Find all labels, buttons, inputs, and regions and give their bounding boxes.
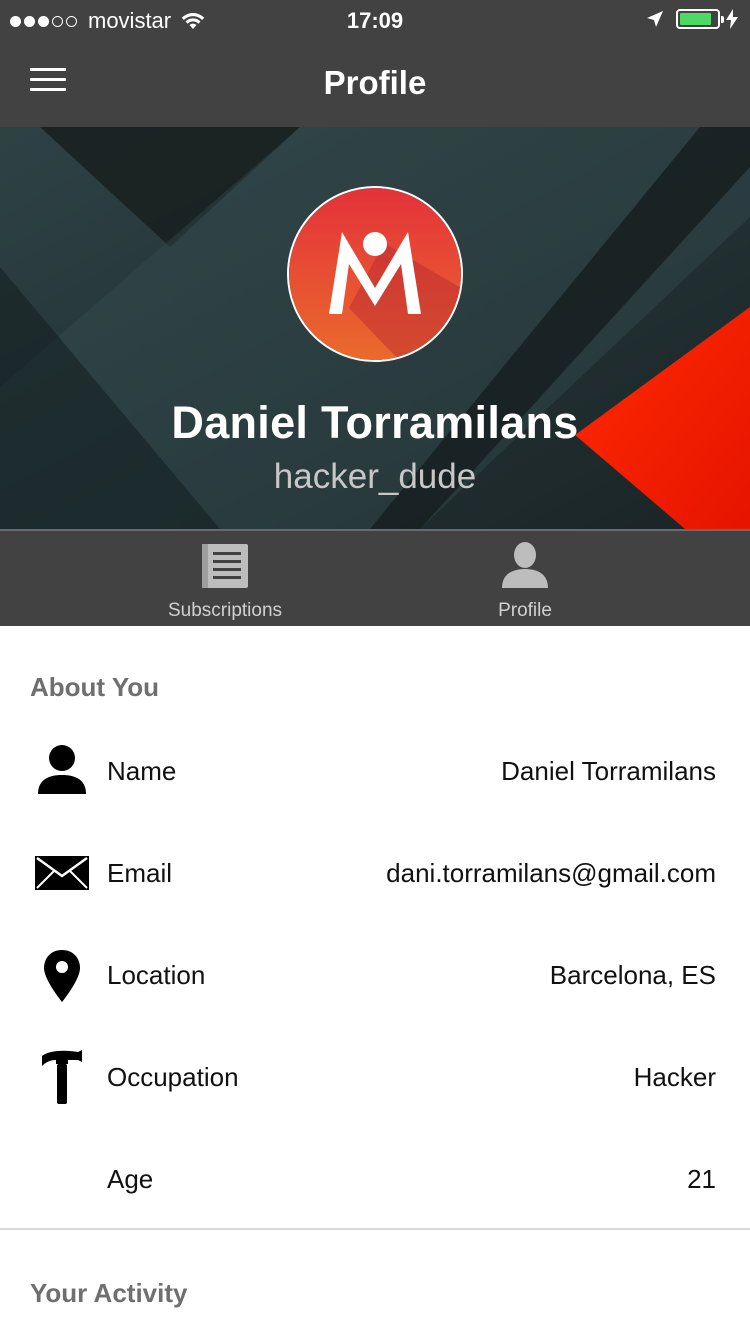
tab-label: Profile [498, 600, 552, 621]
status-right [646, 9, 738, 29]
info-value: 21 [687, 1164, 716, 1194]
info-value: dani.torramilans@gmail.com [386, 858, 716, 888]
newspaper-icon [202, 544, 248, 588]
tab-profile[interactable]: Profile [375, 531, 675, 628]
info-label: Location [107, 960, 206, 990]
profile-username: hacker_dude [273, 457, 477, 496]
info-row-name: Name Daniel Torramilans [0, 742, 750, 802]
map-pin-icon [44, 950, 80, 1002]
status-time: 17:09 [346, 8, 404, 33]
info-label: Name [107, 756, 177, 786]
section-title-activity: Your Activity [30, 1278, 188, 1308]
info-row-age: Age 21 [0, 1150, 750, 1210]
info-row-email: Email dani.torramilans@gmail.com [0, 844, 750, 904]
info-value: Daniel Torramilans [501, 756, 716, 786]
info-label: Age [107, 1164, 154, 1194]
info-label: Email [107, 858, 173, 888]
person-icon [502, 542, 548, 588]
tab-bar: Subscriptions Profile [0, 529, 750, 626]
info-value: Hacker [633, 1062, 716, 1092]
profile-name: Daniel Torramilans [171, 397, 579, 448]
hammer-icon [42, 1050, 82, 1104]
info-row-location: Location Barcelona, ES [0, 946, 750, 1006]
info-row-occupation: Occupation Hacker [0, 1048, 750, 1108]
location-arrow-icon [647, 11, 663, 27]
envelope-icon [35, 856, 89, 890]
tab-subscriptions[interactable]: Subscriptions [75, 531, 375, 628]
tab-label: Subscriptions [167, 600, 283, 621]
section-title-about: About You [30, 672, 160, 702]
charging-bolt-icon [726, 9, 738, 29]
battery-icon [676, 9, 724, 29]
nav-bar: Profile [0, 40, 750, 127]
section-divider [0, 1228, 750, 1230]
info-label: Occupation [107, 1062, 239, 1092]
person-icon [38, 745, 86, 794]
page-title: Profile [323, 64, 427, 101]
info-value: Barcelona, ES [549, 960, 716, 990]
status-bar: movistar 17:09 [0, 0, 750, 40]
profile-header: Daniel Torramilans hacker_dude [0, 127, 750, 529]
avatar [287, 186, 463, 362]
